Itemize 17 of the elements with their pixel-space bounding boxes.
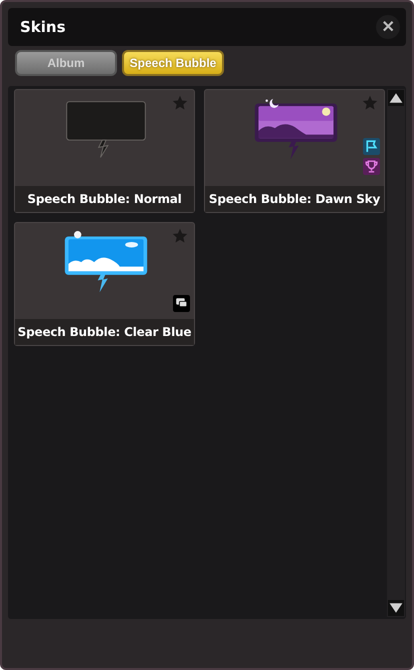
skin-name: Speech Bubble: Normal bbox=[15, 186, 194, 212]
scroll-down-icon[interactable] bbox=[388, 600, 404, 616]
scrollbar[interactable] bbox=[387, 89, 405, 617]
close-button[interactable]: ✕ bbox=[376, 15, 400, 39]
skin-card[interactable]: Speech Bubble: Dawn Sky bbox=[204, 89, 385, 213]
skin-name: Speech Bubble: Dawn Sky bbox=[205, 186, 384, 212]
skin-name: Speech Bubble: Clear Blue bbox=[15, 319, 194, 345]
star-icon[interactable] bbox=[172, 228, 188, 244]
skin-card[interactable]: Speech Bubble: Clear Blue bbox=[14, 222, 195, 346]
star-icon[interactable] bbox=[362, 95, 378, 111]
skin-card[interactable]: Speech Bubble: Normal bbox=[14, 89, 195, 213]
chat-icon bbox=[173, 295, 190, 312]
star-icon[interactable] bbox=[172, 95, 188, 111]
flag-icon bbox=[363, 138, 380, 155]
trophy-icon bbox=[363, 158, 380, 175]
window-title: Skins bbox=[20, 18, 66, 36]
scroll-up-icon[interactable] bbox=[388, 90, 404, 106]
